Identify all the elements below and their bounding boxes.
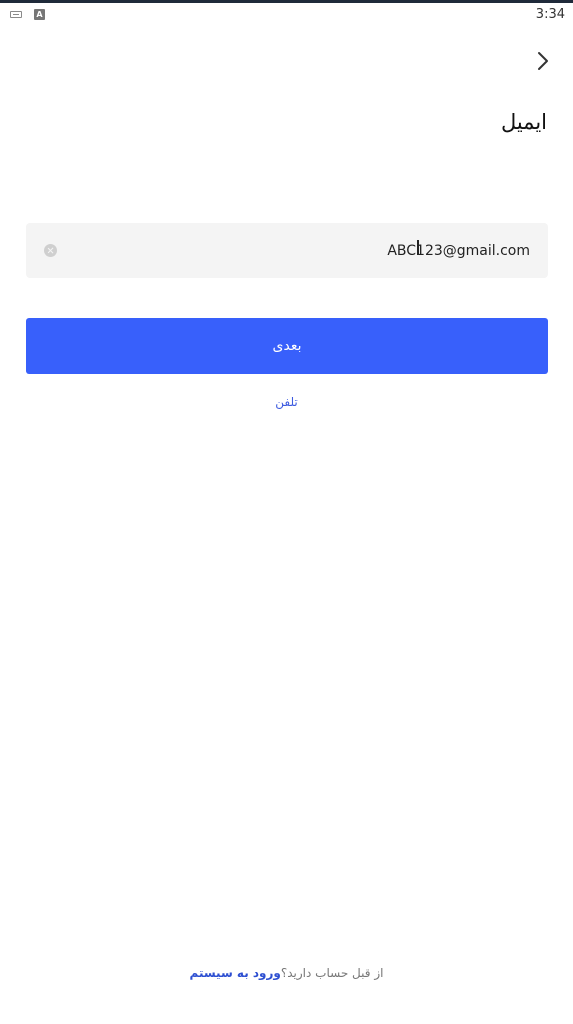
back-button[interactable] [530,48,556,74]
a-app-icon: A [34,9,45,20]
login-prompt-text: از قبل حساب دارید؟ [280,966,384,980]
signup-email-screen: A 3:34 ایمیل بعدی تلفن از قبل حساب دارید… [0,0,573,1024]
page-title: ایمیل [500,110,547,134]
login-prompt: از قبل حساب دارید؟ورود به سیستم [0,966,573,980]
email-input[interactable] [90,223,530,278]
text-caret [417,240,419,255]
phone-option: تلفن [0,395,573,409]
next-button[interactable]: بعدی [26,318,548,374]
status-time: 3:34 [535,7,565,22]
phone-link[interactable]: تلفن [275,395,298,409]
status-bar: A 3:34 [0,3,573,27]
email-field-container[interactable] [26,223,548,278]
keyboard-icon [10,11,22,18]
clear-circle-icon[interactable] [44,244,57,257]
chevron-right-icon [538,52,548,70]
login-link[interactable]: ورود به سیستم [190,966,281,980]
